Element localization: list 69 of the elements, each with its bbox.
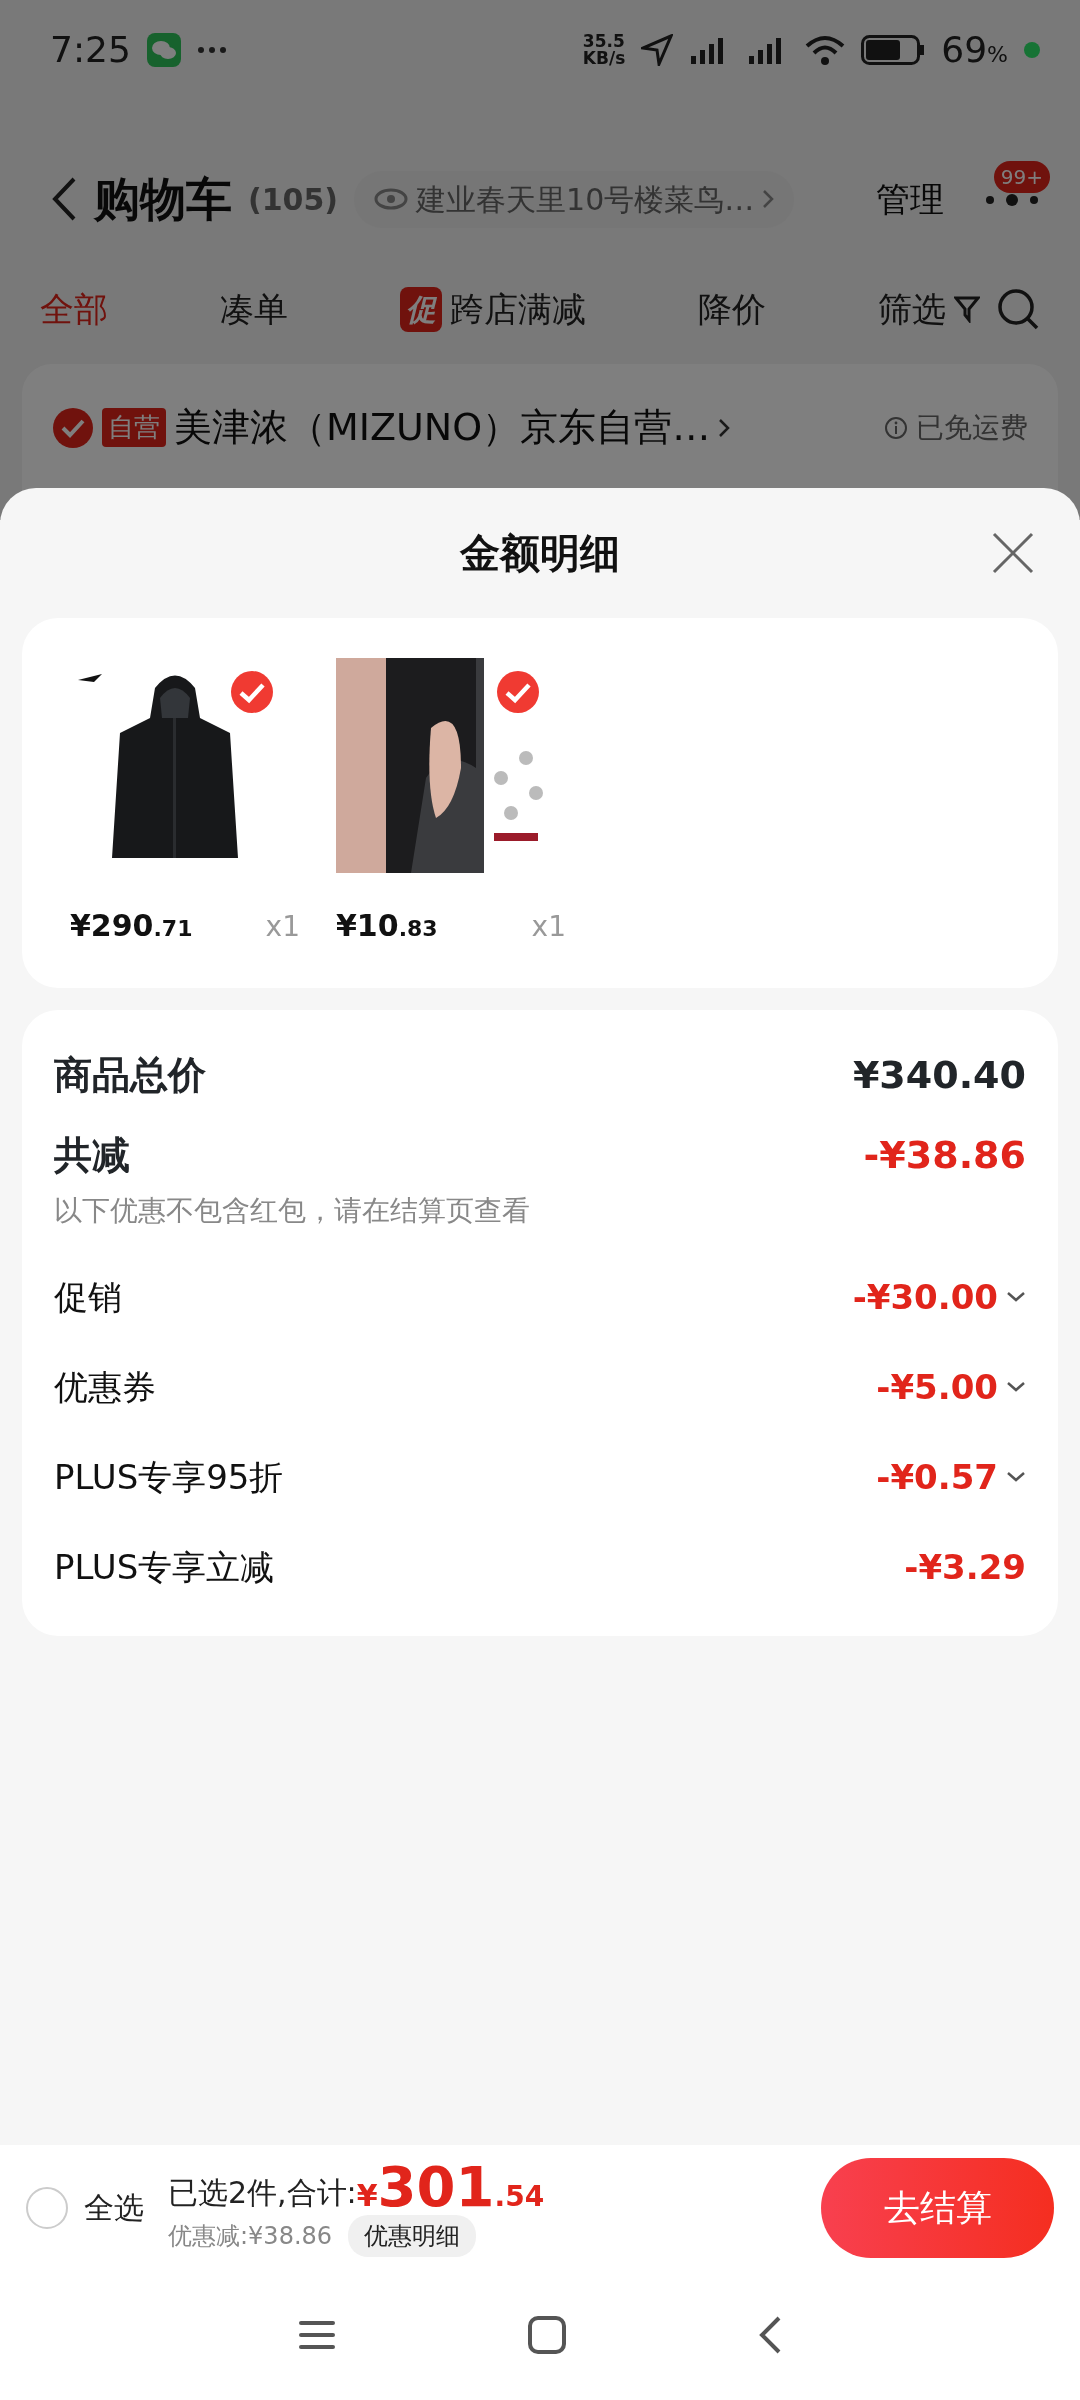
more-icon[interactable] (984, 193, 1040, 206)
close-icon (990, 530, 1036, 576)
manage-link[interactable]: 管理 (876, 173, 944, 225)
status-time: 7:25 (50, 28, 131, 72)
tab[interactable]: 降价 (698, 283, 766, 335)
tab[interactable]: 全部 (40, 283, 108, 335)
battery-percent: 69% (941, 28, 1008, 72)
select-all-label[interactable]: 全选 (84, 2185, 144, 2230)
detail-label: 促销 (54, 1275, 122, 1319)
chevron-right-icon (762, 189, 775, 209)
filter-tab[interactable]: 筛选 (878, 283, 980, 335)
detail-value: ¥340.40 (852, 1051, 1026, 1099)
info-icon (884, 415, 908, 440)
selected-summary: 已选2件,合计: (168, 2173, 357, 2212)
charging-dot-icon (1024, 42, 1040, 58)
store-name[interactable]: 美津浓（MIZUNO）京东自营… (174, 399, 711, 456)
discount-text: 优惠减:¥38.86 (168, 2220, 333, 2252)
tab-label: 筛选 (878, 287, 946, 331)
checkbox[interactable] (52, 406, 94, 449)
home-square-icon[interactable] (527, 2315, 567, 2355)
wifi-icon (805, 34, 846, 66)
quantity: x1 (265, 909, 300, 945)
tab[interactable]: 促 跨店满减 (400, 283, 586, 335)
chat-app-icon (146, 33, 181, 67)
location-arrow-icon (641, 34, 674, 66)
discount-details-button[interactable]: 优惠明细 (348, 2214, 477, 2257)
promo-tag: 促 (400, 286, 442, 332)
notification-badge: 99+ (993, 161, 1050, 193)
battery-icon (861, 35, 926, 65)
sheet-title: 金额明细 (460, 529, 620, 578)
select-all-checkbox[interactable] (26, 2186, 68, 2229)
eye-icon (374, 187, 409, 211)
product-price: ¥290.71 (70, 907, 193, 945)
detail-value: -¥30.00 (852, 1275, 998, 1319)
shipping-status: 已免运费 (916, 409, 1028, 446)
more-icon (196, 46, 227, 54)
item-count: (105) (248, 180, 339, 219)
self-operated-tag: 自营 (102, 408, 166, 447)
chevron-down-icon[interactable] (1006, 1471, 1026, 1483)
detail-value: -¥38.86 (863, 1131, 1026, 1179)
detail-label: 优惠券 (54, 1365, 156, 1409)
back-icon[interactable] (757, 2315, 783, 2355)
quantity: x1 (531, 909, 566, 945)
menu-icon[interactable] (297, 2318, 337, 2352)
detail-value: -¥5.00 (876, 1365, 998, 1409)
detail-label: 共减 (54, 1131, 130, 1179)
detail-label: 商品总价 (54, 1051, 206, 1099)
check-icon[interactable] (496, 670, 540, 714)
checkout-button[interactable]: 去结算 (821, 2157, 1054, 2258)
detail-label: PLUS专享95折 (54, 1455, 284, 1499)
tab-label: 跨店满减 (450, 287, 586, 331)
detail-value: -¥3.29 (904, 1545, 1026, 1589)
page-title: 购物车 (94, 170, 232, 228)
check-icon[interactable] (230, 670, 274, 714)
chevron-down-icon[interactable] (1006, 1291, 1026, 1303)
detail-label: PLUS专享立减 (54, 1545, 275, 1589)
detail-value: -¥0.57 (876, 1455, 998, 1499)
reduction-note: 以下优惠不包含红包，请在结算页查看 (54, 1193, 531, 1229)
tab[interactable]: 凑单 (220, 283, 288, 335)
chevron-down-icon[interactable] (1006, 1381, 1026, 1393)
total-amount: ¥301.54 (356, 2158, 545, 2215)
back-icon[interactable] (50, 176, 78, 222)
filter-icon (954, 295, 980, 323)
network-speed-unit: KB/s (582, 50, 626, 67)
address-text: 建业春天里10号楼菜鸟… (416, 180, 755, 219)
network-speed: 35.5 (582, 33, 626, 50)
chevron-right-icon (718, 417, 731, 438)
product-price: ¥10.83 (336, 907, 438, 945)
search-icon[interactable] (996, 287, 1040, 331)
